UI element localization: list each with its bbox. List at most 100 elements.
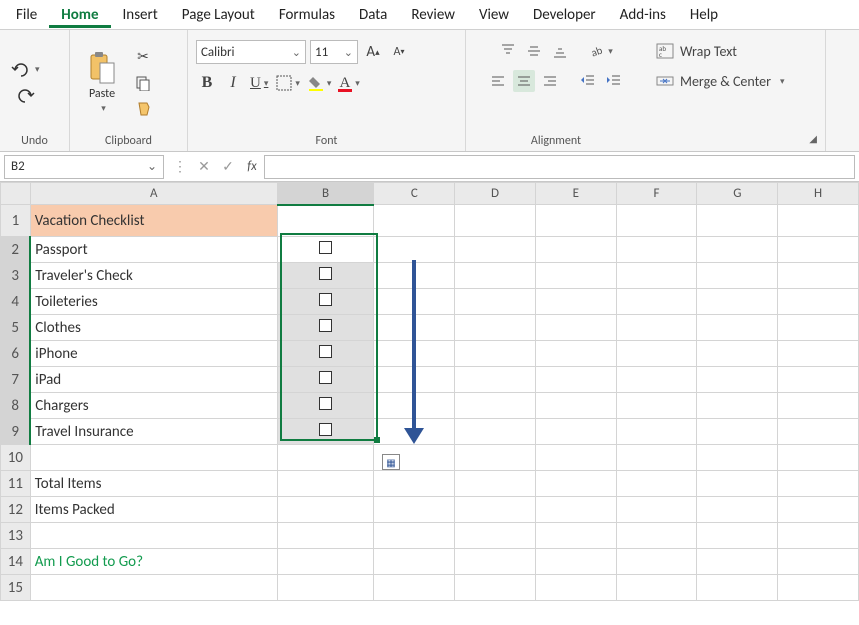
row-header[interactable]: 14 xyxy=(1,549,31,575)
cell[interactable] xyxy=(778,315,859,341)
cell[interactable] xyxy=(778,471,859,497)
increase-indent-button[interactable] xyxy=(603,70,625,92)
cell[interactable]: Traveler's Check xyxy=(30,263,277,289)
cell[interactable]: Chargers xyxy=(30,393,277,419)
cell[interactable]: Clothes xyxy=(30,315,277,341)
menu-home[interactable]: Home xyxy=(49,2,110,28)
cell[interactable] xyxy=(778,575,859,601)
row-header[interactable]: 5 xyxy=(1,315,31,341)
cell[interactable] xyxy=(535,549,616,575)
cell[interactable] xyxy=(778,237,859,263)
align-left-button[interactable] xyxy=(487,70,509,92)
cell[interactable] xyxy=(535,497,616,523)
cell[interactable] xyxy=(616,237,697,263)
underline-button[interactable]: U xyxy=(248,72,270,94)
cell[interactable] xyxy=(778,445,859,471)
cell[interactable] xyxy=(616,445,697,471)
cell[interactable] xyxy=(277,367,374,393)
col-header-D[interactable]: D xyxy=(455,183,536,205)
format-painter-button[interactable] xyxy=(132,98,154,120)
cell[interactable] xyxy=(455,393,536,419)
cell[interactable] xyxy=(374,497,455,523)
undo-button[interactable] xyxy=(8,59,42,81)
cell[interactable] xyxy=(455,445,536,471)
bold-button[interactable]: B xyxy=(196,72,218,94)
cell[interactable] xyxy=(535,445,616,471)
enter-formula-button[interactable]: ✓ xyxy=(216,158,240,175)
spreadsheet-table[interactable]: A B C D E F G H 1Vacation Checklist2Pass… xyxy=(0,182,859,601)
cell[interactable] xyxy=(778,367,859,393)
cell[interactable] xyxy=(535,315,616,341)
cell[interactable] xyxy=(616,289,697,315)
cell[interactable] xyxy=(535,393,616,419)
cell[interactable] xyxy=(455,523,536,549)
cell[interactable] xyxy=(374,419,455,445)
col-header-G[interactable]: G xyxy=(697,183,778,205)
menu-view[interactable]: View xyxy=(467,2,521,28)
row-header[interactable]: 3 xyxy=(1,263,31,289)
col-header-B[interactable]: B xyxy=(277,183,374,205)
cell[interactable]: Travel Insurance xyxy=(30,419,277,445)
italic-button[interactable]: I xyxy=(222,72,244,94)
cell[interactable] xyxy=(778,289,859,315)
cell[interactable] xyxy=(277,419,374,445)
cell[interactable] xyxy=(535,341,616,367)
cell[interactable]: iPhone xyxy=(30,341,277,367)
cell[interactable] xyxy=(616,263,697,289)
cell[interactable] xyxy=(535,237,616,263)
cell[interactable] xyxy=(374,575,455,601)
cell[interactable] xyxy=(455,367,536,393)
cell[interactable] xyxy=(697,205,778,237)
row-header[interactable]: 2 xyxy=(1,237,31,263)
cell[interactable] xyxy=(277,263,374,289)
cell[interactable] xyxy=(778,393,859,419)
paste-button[interactable]: Paste xyxy=(78,51,126,114)
cell[interactable] xyxy=(697,237,778,263)
cell[interactable] xyxy=(697,549,778,575)
cell[interactable] xyxy=(616,549,697,575)
menu-insert[interactable]: Insert xyxy=(111,2,170,28)
cell[interactable] xyxy=(455,289,536,315)
cell[interactable] xyxy=(277,393,374,419)
cell[interactable] xyxy=(455,237,536,263)
cell[interactable] xyxy=(455,497,536,523)
cell[interactable] xyxy=(535,575,616,601)
font-color-button[interactable]: A xyxy=(337,72,361,94)
cell[interactable] xyxy=(277,289,374,315)
cell[interactable] xyxy=(616,497,697,523)
cell[interactable] xyxy=(778,205,859,237)
cell[interactable]: iPad xyxy=(30,367,277,393)
cell[interactable] xyxy=(616,341,697,367)
cut-button[interactable]: ✂ xyxy=(132,46,154,68)
row-header[interactable]: 1 xyxy=(1,205,31,237)
cell[interactable] xyxy=(374,367,455,393)
menu-formulas[interactable]: Formulas xyxy=(267,2,347,28)
cancel-formula-button[interactable]: ✕ xyxy=(192,158,216,175)
cell[interactable] xyxy=(374,315,455,341)
cell[interactable] xyxy=(455,419,536,445)
cell[interactable] xyxy=(277,445,374,471)
border-button[interactable] xyxy=(274,72,302,94)
col-header-A[interactable]: A xyxy=(30,183,277,205)
row-header[interactable]: 13 xyxy=(1,523,31,549)
col-header-F[interactable]: F xyxy=(616,183,697,205)
cell[interactable] xyxy=(616,393,697,419)
cell[interactable]: Am I Good to Go? xyxy=(30,549,277,575)
cell[interactable] xyxy=(374,523,455,549)
fill-color-button[interactable] xyxy=(306,72,334,94)
cell[interactable] xyxy=(616,575,697,601)
cell[interactable] xyxy=(277,549,374,575)
menu-developer[interactable]: Developer xyxy=(521,2,608,28)
cell[interactable] xyxy=(778,549,859,575)
alignment-launcher-icon[interactable]: ◢ xyxy=(809,129,817,149)
row-header[interactable]: 8 xyxy=(1,393,31,419)
cell[interactable] xyxy=(778,263,859,289)
cell[interactable] xyxy=(30,523,277,549)
cell[interactable] xyxy=(616,471,697,497)
grow-font-button[interactable]: A▴ xyxy=(362,41,384,63)
cell[interactable] xyxy=(697,289,778,315)
cell[interactable] xyxy=(277,315,374,341)
checkbox-icon[interactable] xyxy=(319,423,332,436)
wrap-text-button[interactable]: abc Wrap Text xyxy=(654,40,739,62)
checkbox-icon[interactable] xyxy=(319,293,332,306)
